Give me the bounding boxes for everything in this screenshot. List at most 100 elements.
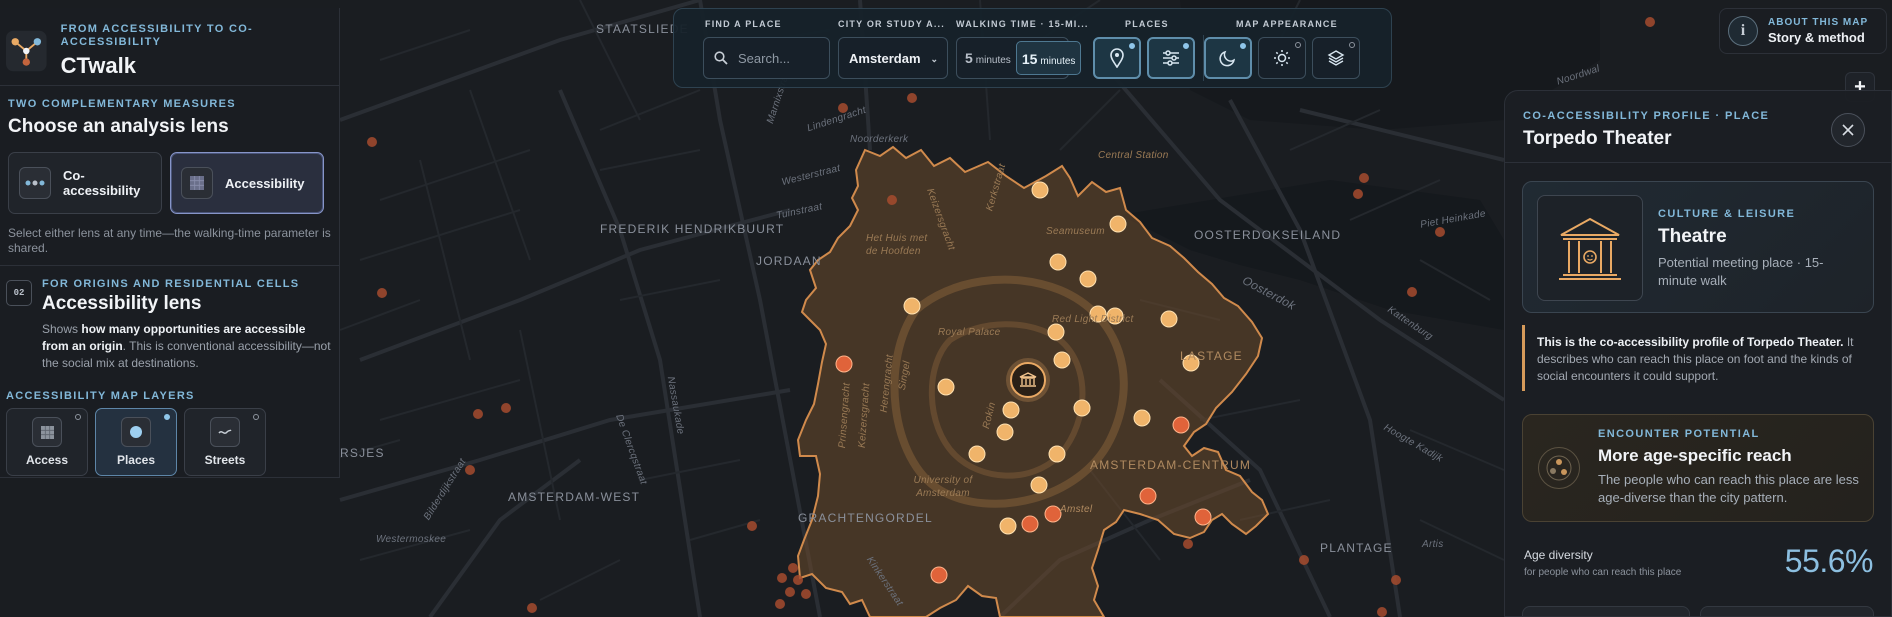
metric-card xyxy=(1522,606,1690,616)
co-accessibility-lens-button[interactable]: Co-accessibility xyxy=(8,152,162,214)
places-layer-button[interactable]: Places xyxy=(95,408,177,476)
note-bold-text: This is the co-accessibility profile of … xyxy=(1537,335,1844,349)
street-icon xyxy=(210,417,240,447)
layer-toggle-indicator xyxy=(75,414,81,420)
close-button[interactable] xyxy=(1831,113,1865,147)
walk-unit: minutes xyxy=(1040,56,1076,67)
filter-places-button[interactable] xyxy=(1147,37,1195,79)
profile-eyebrow: CO-ACCESSIBILITY PROFILE · PLACE xyxy=(1523,110,1770,122)
map-label: Amstel xyxy=(1060,504,1093,515)
encounter-description: The people who can reach this place are … xyxy=(1598,472,1859,505)
accessibility-lens-button[interactable]: Accessibility xyxy=(170,152,324,214)
access-layer-button[interactable]: Access xyxy=(6,408,88,476)
age-diversity-sublabel: for people who can reach this place xyxy=(1524,567,1682,578)
walk-value: 5 xyxy=(965,50,973,66)
layer-label: Streets xyxy=(204,453,246,467)
toggle-indicator xyxy=(1129,43,1135,49)
place-type-description: Potential meeting place · 15-minute walk xyxy=(1658,255,1824,288)
brand-title: CTwalk xyxy=(60,52,136,78)
map-label: Seamuseum xyxy=(1046,226,1105,237)
toggle-indicator xyxy=(1240,43,1246,49)
top-toolbar: FIND A PLACE CITY OR STUDY A... Amsterda… xyxy=(673,8,1392,88)
brand-header: FROM ACCESSIBILITY TO CO-ACCESSIBILITY C… xyxy=(0,8,339,86)
age-diversity-label: Age diversity xyxy=(1524,548,1593,562)
about-title: Story & method xyxy=(1768,30,1865,45)
show-places-button[interactable] xyxy=(1093,37,1141,79)
encounter-eyebrow: ENCOUNTER POTENTIAL xyxy=(1598,428,1760,440)
map-label: Westermoskee xyxy=(376,534,447,545)
search-field[interactable] xyxy=(703,37,830,79)
places-label: PLACES xyxy=(1125,19,1169,29)
metric-card xyxy=(1700,606,1874,616)
toggle-indicator xyxy=(1349,42,1355,48)
encounter-icon xyxy=(1538,447,1580,489)
layer-label: Access xyxy=(25,453,69,467)
lens-option-label: Co-accessibility xyxy=(63,168,141,198)
dot-icon xyxy=(121,417,151,447)
desc-text: Shows xyxy=(42,322,82,336)
place-category: CULTURE & LEISURE xyxy=(1658,208,1796,220)
layer-label: Places xyxy=(116,453,156,467)
accessibility-lens-section: 02 FOR ORIGINS AND RESIDENTIAL CELLS Acc… xyxy=(0,266,339,476)
map-label: RSJES xyxy=(340,446,385,460)
layers-icon xyxy=(1327,50,1345,66)
lens-section: TWO COMPLEMENTARY MEASURES Choose an ana… xyxy=(0,86,339,266)
streets-layer-button[interactable]: Streets xyxy=(184,408,266,476)
map-label: GRACHTENGORDEL xyxy=(798,511,933,525)
city-value: Amsterdam xyxy=(849,50,921,66)
search-icon xyxy=(714,51,728,65)
close-icon xyxy=(1842,124,1854,136)
lens-title: Choose an analysis lens xyxy=(8,116,229,137)
walk-5-min-option[interactable]: 5 minutes xyxy=(960,41,1016,75)
find-place-label: FIND A PLACE xyxy=(705,19,782,29)
map-label: AMSTERDAM-WEST xyxy=(508,490,641,504)
map-label: JORDAAN xyxy=(756,254,822,268)
toggle-indicator xyxy=(1295,42,1301,48)
light-mode-button[interactable] xyxy=(1258,37,1306,79)
toggle-indicator xyxy=(1183,43,1189,49)
chevron-down-icon: ⌄ xyxy=(930,54,938,64)
layer-toggle-indicator xyxy=(253,414,259,420)
walk-15-min-option[interactable]: 15 minutes xyxy=(1015,41,1082,75)
appearance-label: MAP APPEARANCE xyxy=(1236,19,1338,29)
profile-title: Torpedo Theater xyxy=(1523,128,1672,149)
dark-mode-button[interactable] xyxy=(1204,37,1252,79)
about-subtitle: ABOUT THIS MAP xyxy=(1768,17,1869,28)
filter-sliders-icon xyxy=(1163,50,1179,66)
map-label: LASTAGE xyxy=(1180,349,1243,363)
map-layers-button[interactable] xyxy=(1312,37,1360,79)
layer-toggle-indicator xyxy=(164,414,170,420)
section-number-badge: 02 xyxy=(6,280,32,306)
map-label: Het Huis met de Hoofden xyxy=(866,233,928,257)
map-label: FREDERIK HENDRIKBUURT xyxy=(600,222,785,236)
walk-value: 15 xyxy=(1021,51,1038,67)
grid-icon xyxy=(181,167,213,199)
lens-note: Select either lens at any time—the walki… xyxy=(8,226,331,255)
accessibility-description: Shows how many opportunities are accessi… xyxy=(6,321,333,372)
map-label: OOSTERDOKSEILAND xyxy=(1194,228,1342,242)
map-label: Royal Palace xyxy=(938,327,1001,338)
accessibility-title: Accessibility lens xyxy=(42,293,202,314)
encounter-title: More age-specific reach xyxy=(1598,446,1792,465)
city-select[interactable]: Amsterdam ⌄ xyxy=(838,37,948,79)
profile-note: This is the co-accessibility profile of … xyxy=(1522,325,1874,391)
theatre-icon[interactable] xyxy=(1010,362,1046,398)
walk-unit: minutes xyxy=(975,55,1011,66)
layers-title: ACCESSIBILITY MAP LAYERS xyxy=(6,390,195,402)
place-type-card: CULTURE & LEISURE Theatre Potential meet… xyxy=(1522,181,1874,313)
map-label: University of Amsterdam xyxy=(913,475,973,499)
map-label: PLANTAGE xyxy=(1320,541,1393,555)
lens-eyebrow: TWO COMPLEMENTARY MEASURES xyxy=(8,98,236,110)
brand-subtitle: FROM ACCESSIBILITY TO CO-ACCESSIBILITY xyxy=(60,22,254,48)
about-map-button[interactable]: i ABOUT THIS MAP Story & method xyxy=(1719,8,1887,54)
search-input[interactable] xyxy=(738,50,818,66)
sun-icon xyxy=(1274,50,1290,66)
map-label: Central Station xyxy=(1098,150,1169,161)
co-accessibility-icon xyxy=(19,167,51,199)
map-label: Red Light District xyxy=(1052,314,1134,325)
location-pin-icon xyxy=(1110,48,1124,68)
moon-icon xyxy=(1219,50,1236,67)
info-icon: i xyxy=(1728,16,1758,46)
map-label: AMSTERDAM-CENTRUM xyxy=(1090,458,1252,472)
lens-option-label: Accessibility xyxy=(225,175,305,191)
